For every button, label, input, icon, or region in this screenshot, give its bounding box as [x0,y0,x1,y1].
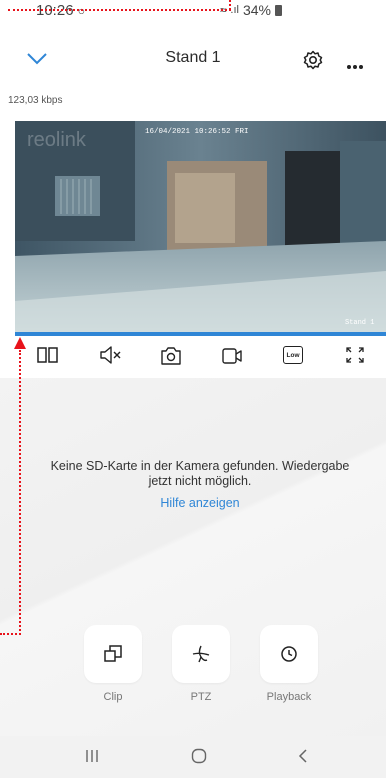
mute-button[interactable] [100,346,122,369]
settings-button[interactable] [303,50,323,75]
help-link[interactable]: Hilfe anzeigen [40,496,360,510]
fullscreen-button[interactable] [345,346,365,369]
home-button[interactable] [191,748,207,769]
quality-button[interactable]: Low [283,346,303,364]
more-button[interactable] [346,57,364,75]
clip-button[interactable] [84,625,142,683]
back-button[interactable] [298,749,308,768]
top-bar: Stand 1 [0,38,386,86]
video-camera-name: Stand 1 [345,319,374,327]
gear-icon [303,50,323,70]
bitrate-label: 123,03 kbps [8,95,63,106]
ptz-label: PTZ [190,691,212,703]
status-bar: 10:26 ○ ≈ .ıl 34% [0,0,386,38]
back-icon [298,749,307,763]
battery-icon [275,4,282,16]
record-button[interactable] [221,346,243,371]
system-nav-bar [0,736,386,778]
annotation-line-left-horizontal [0,633,21,635]
ptz-icon [192,645,210,663]
no-sd-card-message: Keine SD-Karte in der Kamera gefunden. W… [50,459,350,488]
annotation-line-top-vertical [229,0,231,10]
ptz-button[interactable] [172,625,230,683]
recent-apps-button[interactable] [85,749,99,768]
fullscreen-icon [346,347,364,363]
split-view-icon [37,347,58,363]
live-video[interactable]: 16/04/2021 10:26:52 FRI reolink Stand 1 [15,121,386,333]
quality-label: Low [286,351,300,359]
split-view-button[interactable] [37,346,58,369]
camera-icon [161,347,181,365]
recent-apps-icon [86,750,98,762]
battery-text: 34% [242,2,271,18]
video-controls: Low [0,337,386,378]
video-frame: 16/04/2021 10:26:52 FRI reolink Stand 1 [15,121,386,333]
annotation-line-left [19,350,21,635]
video-timestamp-overlay: 16/04/2021 10:26:52 FRI [145,128,249,136]
home-icon [191,748,207,764]
quality-badge: Low [283,346,303,364]
annotation-arrow [14,337,26,349]
page-title: Stand 1 [165,49,221,66]
annotation-line-top [8,9,231,11]
clip-label: Clip [103,691,123,703]
clock-icon [281,646,297,662]
video-progress-bar [15,332,386,336]
playback-button[interactable] [260,625,318,683]
snapshot-button[interactable] [160,346,182,371]
video-camera-icon [222,348,242,364]
more-icon [347,65,363,69]
clip-icon [104,645,122,662]
notification-icon: ○ [77,4,85,18]
speaker-mute-icon [100,346,121,364]
playback-label: Playback [266,691,312,703]
signal-icon: .ıl [230,4,239,16]
video-watermark: reolink [27,129,87,151]
